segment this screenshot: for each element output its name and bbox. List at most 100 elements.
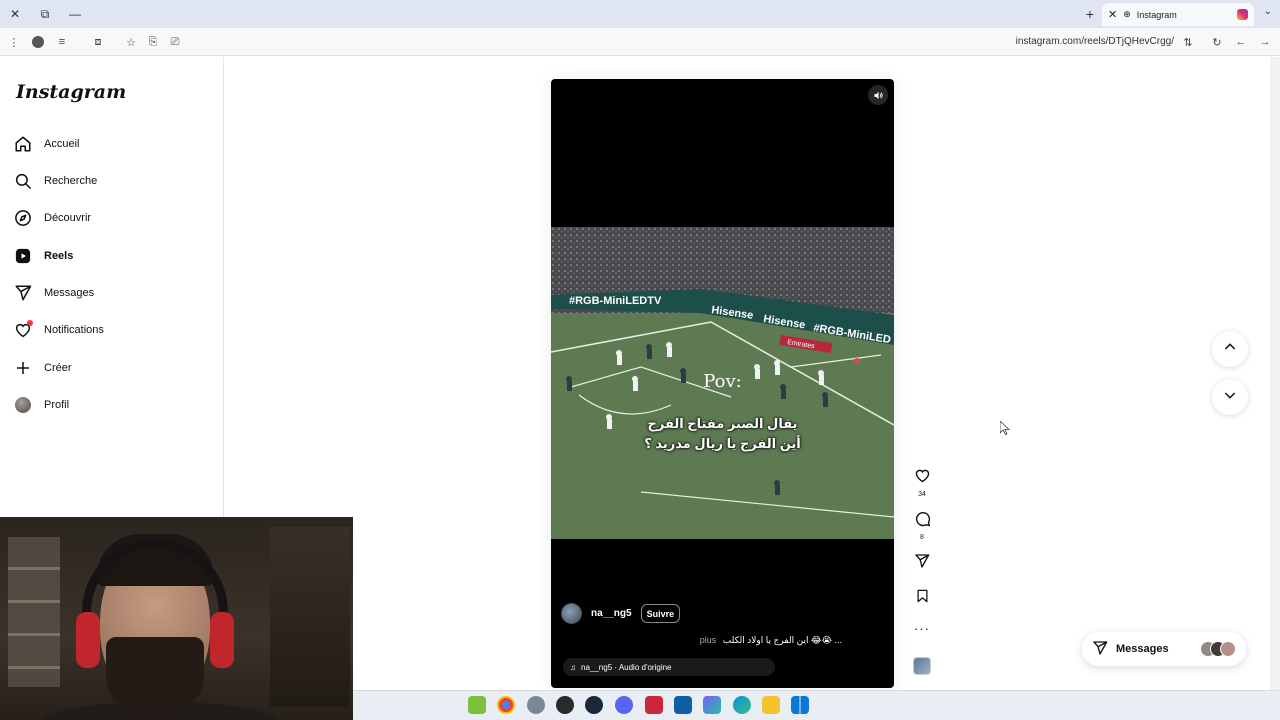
sidebar-item-label: Créer xyxy=(44,362,72,374)
sidebar-item-label: Accueil xyxy=(44,138,80,150)
profile-avatar-icon[interactable] xyxy=(30,34,46,50)
follow-button[interactable]: Suivre xyxy=(640,604,681,623)
browser-tab-instagram[interactable]: ✕ ⊕ Instagram xyxy=(1102,3,1254,26)
ad-banner-text: #RGB-MiniLEDTV xyxy=(569,295,662,307)
more-options-button[interactable]: ··· xyxy=(912,621,932,636)
menu-dots-icon[interactable]: ⋮ xyxy=(6,34,22,50)
caption-more-link[interactable]: plus xyxy=(700,635,717,645)
sidebar-item-label: Notifications xyxy=(44,324,104,336)
compass-icon xyxy=(14,209,32,227)
window-minimize-icon[interactable]: — xyxy=(64,4,86,24)
reading-list-icon[interactable]: ≡ xyxy=(54,34,70,50)
sidebar-item-reels[interactable]: Reels xyxy=(14,243,73,269)
chevron-up-icon xyxy=(1222,339,1238,360)
comment-count: 8 xyxy=(920,534,924,541)
cast-icon[interactable]: ⎚ xyxy=(167,34,183,50)
reel-caption[interactable]: plus اين الفرج يا اولاد الكلب 😂😭 ... xyxy=(700,635,842,646)
sidebar-item-decouvrir[interactable]: Découvrir xyxy=(14,205,91,231)
heart-icon xyxy=(14,320,33,339)
comment-icon xyxy=(914,510,931,532)
save-button[interactable] xyxy=(912,588,932,609)
background-cabinet xyxy=(270,527,350,707)
settings-gear-icon[interactable] xyxy=(527,696,545,714)
plus-icon xyxy=(14,359,32,377)
window-restore-icon[interactable]: ⧉ xyxy=(34,4,56,24)
reel-overlay-line1: يقال الصبر مفتاح الفرج xyxy=(647,416,798,431)
address-bar[interactable]: instagram.com/reels/DTjQHevCrgg/ xyxy=(1016,36,1174,47)
instagram-favicon-icon xyxy=(1237,9,1248,20)
more-dots-icon: ··· xyxy=(914,621,930,636)
music-note-icon: ♫ xyxy=(570,662,576,672)
comment-button[interactable]: 8 xyxy=(912,510,932,541)
tab-close-icon[interactable]: ✕ xyxy=(1108,8,1117,21)
page-scrollbar[interactable] xyxy=(1270,57,1280,690)
new-tab-icon[interactable]: + xyxy=(1086,6,1094,22)
previous-reel-button[interactable] xyxy=(1212,331,1248,367)
os-taskbar xyxy=(353,690,1280,720)
windows-start-icon[interactable] xyxy=(791,696,809,714)
discord-icon[interactable] xyxy=(615,696,633,714)
taskbar-app-icon[interactable] xyxy=(703,696,721,714)
bookmark-star-icon[interactable]: ☆ xyxy=(123,34,139,50)
edge-icon[interactable] xyxy=(733,696,751,714)
extensions-icon[interactable]: ⧈ xyxy=(90,34,106,50)
file-explorer-icon[interactable] xyxy=(762,696,780,714)
sidebar-item-notifications[interactable]: Notifications xyxy=(14,317,104,343)
chevron-down-icon xyxy=(1222,387,1238,408)
next-reel-button[interactable] xyxy=(1212,379,1248,415)
audio-label: na__ng5 · Audio d'origine xyxy=(581,662,672,672)
tab-title: Instagram xyxy=(1136,9,1177,20)
window-close-icon[interactable]: ✕ xyxy=(4,4,26,24)
translate-icon[interactable]: ⎘ xyxy=(145,34,161,50)
message-avatars xyxy=(1200,641,1236,657)
reel-username[interactable]: na__ng5 xyxy=(591,608,632,619)
webcam-overlay xyxy=(0,517,353,720)
reel-audio-chip[interactable]: ♫ na__ng5 · Audio d'origine xyxy=(563,658,775,676)
sidebar-item-messages[interactable]: Messages xyxy=(14,280,94,306)
avatar xyxy=(1220,641,1236,657)
reel-overlay-title: Pov: xyxy=(703,371,742,392)
sidebar-item-label: Profil xyxy=(44,399,70,411)
taskbar-app-icon[interactable] xyxy=(645,696,663,714)
audio-thumbnail[interactable] xyxy=(913,657,931,675)
reel-video-player[interactable]: #RGB-MiniLEDTV Hisense Hisense #RGB-Mini… xyxy=(551,79,894,688)
sidebar-item-profil[interactable]: Profil xyxy=(14,392,69,418)
like-button[interactable]: 34 xyxy=(912,467,932,498)
sidebar-item-accueil[interactable]: Accueil xyxy=(14,131,79,157)
browser-toolbar: ⋮ ≡ ⧈ ☆ ⎘ ⎚ instagram.com/reels/DTjQHevC… xyxy=(0,28,1280,56)
sidebar-item-label: Découvrir xyxy=(44,212,92,224)
site-settings-icon[interactable]: ⇅ xyxy=(1180,34,1196,50)
like-count: 34 xyxy=(918,491,926,498)
avatar[interactable] xyxy=(561,603,582,624)
reel-overlay-line2: أين الفرج يا ريال مدريد ؟ xyxy=(644,436,801,451)
taskbar-app-icon[interactable] xyxy=(556,696,574,714)
home-icon xyxy=(14,135,32,153)
store-icon[interactable] xyxy=(674,696,692,714)
sidebar-item-recherche[interactable]: Recherche xyxy=(14,168,97,194)
forward-arrow-icon[interactable]: → xyxy=(1257,34,1273,50)
sidebar-item-creer[interactable]: Créer xyxy=(14,355,72,381)
background-shelf xyxy=(8,537,60,687)
send-icon xyxy=(914,553,930,574)
steam-icon[interactable] xyxy=(585,696,603,714)
search-icon xyxy=(14,172,32,190)
messages-label: Messages xyxy=(1116,643,1169,655)
volume-icon[interactable] xyxy=(868,85,888,105)
tab-list-chevron-icon[interactable]: ⌄ xyxy=(1264,6,1272,17)
globe-icon: ⊕ xyxy=(1123,9,1131,19)
send-icon xyxy=(14,284,32,302)
messages-drawer-button[interactable]: Messages xyxy=(1082,632,1246,666)
instagram-logo[interactable]: Instagram xyxy=(16,81,126,103)
reel-author: na__ng5 Suivre xyxy=(561,603,681,624)
mouse-cursor-icon xyxy=(999,420,1011,440)
taskbar-app-icon[interactable] xyxy=(468,696,486,714)
back-arrow-icon[interactable]: ← xyxy=(1233,34,1249,50)
bookmark-icon xyxy=(915,588,930,609)
browser-tab-bar: ✕ ⧉ — + ✕ ⊕ Instagram ⌄ xyxy=(0,0,1280,28)
reload-icon[interactable]: ↻ xyxy=(1209,34,1225,50)
heart-icon xyxy=(914,467,931,489)
chrome-icon[interactable] xyxy=(497,696,515,714)
share-button[interactable] xyxy=(912,553,932,574)
avatar-icon xyxy=(14,396,32,414)
send-icon xyxy=(1092,640,1108,659)
